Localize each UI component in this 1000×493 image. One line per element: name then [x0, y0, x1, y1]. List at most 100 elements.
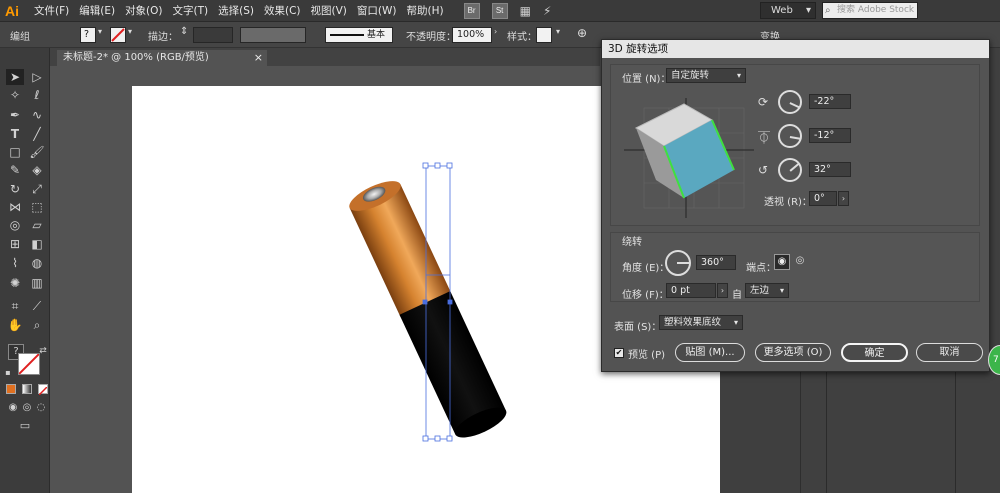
menu-type[interactable]: 文字(T) [173, 3, 209, 18]
chevron-right-icon[interactable]: › [838, 191, 849, 206]
default-colors-icon[interactable]: ▪ [3, 365, 13, 381]
screen-mode-icon[interactable]: ▭ [16, 418, 34, 434]
none-mode-icon[interactable] [38, 384, 48, 396]
angle-dial[interactable] [665, 250, 691, 276]
x-rotation-dial[interactable] [778, 90, 802, 114]
column-graph-tool-icon[interactable]: ▥ [28, 275, 46, 291]
workspace-switcher[interactable]: Web ▾ [760, 2, 816, 19]
anchor-point[interactable] [447, 299, 453, 305]
symbol-sprayer-tool-icon[interactable]: ✺ [6, 275, 24, 291]
rectangle-tool-icon[interactable]: □ [6, 144, 24, 160]
more-options-button[interactable]: 更多选项 (O) [755, 343, 831, 362]
menu-select[interactable]: 选择(S) [218, 3, 254, 18]
direct-selection-tool-icon[interactable]: ▷ [28, 69, 46, 85]
color-mode-icon[interactable] [6, 384, 16, 394]
slice-tool-icon[interactable]: ⟋ [28, 298, 46, 314]
chevron-down-icon[interactable]: ▾ [128, 27, 132, 36]
handle-top-center[interactable] [434, 162, 441, 169]
stroke-weight-field[interactable] [193, 27, 233, 43]
eraser-tool-icon[interactable]: ◈ [28, 162, 46, 178]
mesh-tool-icon[interactable]: ⊞ [6, 236, 24, 252]
stroke-swatch[interactable] [110, 27, 126, 43]
blend-tool-icon[interactable]: ◍ [28, 255, 46, 271]
y-rotation-dial[interactable] [778, 124, 802, 148]
artboard-tool-icon[interactable]: ⌗ [6, 298, 24, 314]
draw-inside-icon[interactable]: ◌ [32, 400, 50, 416]
type-tool-icon[interactable]: T [6, 126, 24, 142]
handle-top-right[interactable] [446, 162, 453, 169]
document-tab[interactable]: 未标题-2* @ 100% (RGB/预览) × [57, 50, 267, 66]
magic-wand-tool-icon[interactable]: ✧ [6, 87, 24, 103]
bridge-icon[interactable]: Br [463, 2, 480, 19]
tools-panel: ➤ ▷ ✧ ℓ ✒ ∿ T ╱ □ 🖌 ✎ ◈ ↻ ⤢ ⋈ ⬚ ◎ ▱ ⊞ ◧ … [0, 48, 50, 493]
hand-tool-icon[interactable]: ✋ [6, 317, 24, 333]
map-art-button[interactable]: 贴图 (M)... [675, 343, 745, 362]
preview-checkbox[interactable]: ✔ [614, 348, 624, 358]
stepper-icon[interactable]: ⇕ [180, 26, 188, 37]
z-rotation-dial[interactable] [778, 158, 802, 182]
stock-search-input[interactable]: ⌕ 搜索 Adobe Stock [822, 2, 918, 19]
paintbrush-tool-icon[interactable]: 🖌 [28, 144, 46, 160]
cancel-button[interactable]: 取消 [916, 343, 983, 362]
curvature-tool-icon[interactable]: ∿ [28, 107, 46, 123]
surface-dropdown[interactable]: 塑料效果底纹 ▾ [659, 315, 743, 330]
rotation-cube-preview[interactable] [624, 98, 754, 218]
menu-help[interactable]: 帮助(H) [407, 3, 444, 18]
z-rotation-field[interactable]: 32° [809, 162, 851, 177]
handle-bottom-left[interactable] [422, 435, 429, 442]
menu-object[interactable]: 对象(O) [125, 3, 162, 18]
chevron-down-icon[interactable]: ▾ [98, 27, 102, 36]
opacity-field[interactable]: 100% [452, 27, 492, 43]
chevron-down-icon[interactable]: ▾ [556, 27, 560, 36]
x-rotation-field[interactable]: -22° [809, 94, 851, 109]
shaper-tool-icon[interactable]: ✎ [6, 162, 24, 178]
variable-width-dropdown[interactable] [240, 27, 306, 43]
handle-top-left[interactable] [422, 162, 429, 169]
cap-on-icon[interactable]: ◉ [774, 254, 790, 270]
menu-view[interactable]: 视图(V) [311, 3, 347, 18]
shape-builder-tool-icon[interactable]: ◎ [6, 217, 24, 233]
line-tool-icon[interactable]: ╱ [28, 126, 46, 142]
perspective-grid-tool-icon[interactable]: ▱ [28, 217, 46, 233]
menu-window[interactable]: 窗口(W) [357, 3, 397, 18]
menu-effect[interactable]: 效果(C) [264, 3, 301, 18]
perspective-field[interactable]: 0° [809, 191, 837, 206]
from-dropdown[interactable]: 左边 ▾ [745, 283, 789, 298]
zoom-tool-icon[interactable]: ⌕ [28, 317, 46, 333]
menu-file[interactable]: 文件(F) [34, 3, 69, 18]
stock-icon[interactable]: St [491, 2, 508, 19]
battery-shape[interactable] [345, 175, 510, 443]
brush-definition-dropdown[interactable]: 基本 [325, 27, 393, 43]
chevron-right-icon[interactable]: › [494, 27, 497, 36]
handle-bottom-center[interactable] [434, 435, 441, 442]
menu-edit[interactable]: 编辑(E) [79, 3, 115, 18]
cap-off-icon[interactable]: ◎ [792, 254, 808, 270]
gpu-performance-icon[interactable]: ⚡ [543, 4, 551, 18]
pen-tool-icon[interactable]: ✒ [6, 107, 24, 123]
selection-tool-icon[interactable]: ➤ [6, 69, 24, 85]
ok-button[interactable]: 确定 [841, 343, 908, 362]
angle-field[interactable]: 360° [696, 255, 736, 270]
lasso-tool-icon[interactable]: ℓ [28, 87, 46, 103]
width-tool-icon[interactable]: ⋈ [6, 199, 24, 215]
scale-tool-icon[interactable]: ⤢ [28, 181, 46, 197]
gradient-mode-icon[interactable] [22, 384, 32, 394]
graphic-style-swatch[interactable] [536, 27, 552, 43]
y-rotation-field[interactable]: -12° [809, 128, 851, 143]
arrange-documents-icon[interactable]: ▦ [520, 4, 531, 18]
fill-swatch[interactable]: ? [80, 27, 96, 43]
offset-field[interactable]: 0 pt [666, 283, 716, 298]
anchor-point[interactable] [422, 299, 428, 305]
recolor-artwork-icon[interactable]: ⊕ [577, 26, 587, 40]
stroke-color-box[interactable] [18, 353, 40, 375]
close-icon[interactable]: × [254, 50, 263, 66]
swap-colors-icon[interactable]: ⇄ [38, 343, 48, 359]
eyedropper-tool-icon[interactable]: ⌇ [6, 255, 24, 271]
rotate-tool-icon[interactable]: ↻ [6, 181, 24, 197]
offset-label: 位移 (F)： [622, 290, 669, 301]
position-dropdown[interactable]: 自定旋转 ▾ [666, 68, 746, 83]
free-transform-tool-icon[interactable]: ⬚ [28, 199, 46, 215]
chevron-right-icon[interactable]: › [717, 283, 728, 298]
handle-bottom-right[interactable] [446, 435, 453, 442]
gradient-tool-icon[interactable]: ◧ [28, 236, 46, 252]
